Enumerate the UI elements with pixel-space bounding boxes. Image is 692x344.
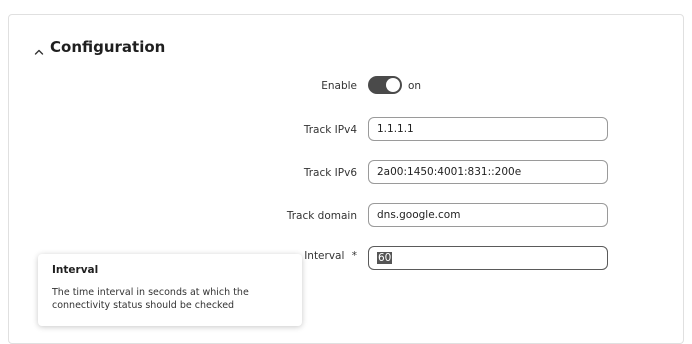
enable-label: Enable bbox=[321, 80, 357, 92]
configuration-section-toggle[interactable]: Configuration bbox=[34, 38, 165, 56]
track-ipv4-row: Track IPv4 bbox=[0, 117, 692, 143]
toggle-knob bbox=[386, 78, 400, 92]
track-ipv6-row: Track IPv6 bbox=[0, 160, 692, 186]
interval-label: Interval * bbox=[304, 250, 357, 262]
interval-label-text: Interval bbox=[304, 250, 345, 263]
tooltip-title: Interval bbox=[52, 264, 99, 276]
track-ipv6-label: Track IPv6 bbox=[303, 167, 357, 179]
track-domain-input[interactable] bbox=[368, 203, 608, 227]
track-ipv4-input[interactable] bbox=[368, 117, 608, 141]
chevron-up-icon bbox=[34, 42, 44, 55]
track-ipv6-input[interactable] bbox=[368, 160, 608, 184]
enable-state-text: on bbox=[408, 80, 422, 92]
tooltip-text: The time interval in seconds at which th… bbox=[52, 287, 249, 311]
enable-row: Enable on bbox=[0, 73, 692, 99]
track-domain-label: Track domain bbox=[286, 210, 357, 222]
required-mark: * bbox=[351, 250, 357, 263]
section-title: Configuration bbox=[50, 38, 166, 56]
track-ipv4-label: Track IPv4 bbox=[303, 124, 357, 136]
track-domain-row: Track domain bbox=[0, 203, 692, 229]
interval-help-tooltip: Interval The time interval in seconds at… bbox=[38, 254, 302, 326]
interval-input[interactable]: 60 bbox=[368, 246, 608, 270]
enable-toggle[interactable] bbox=[368, 76, 402, 94]
interval-input-value: 60 bbox=[377, 252, 393, 264]
